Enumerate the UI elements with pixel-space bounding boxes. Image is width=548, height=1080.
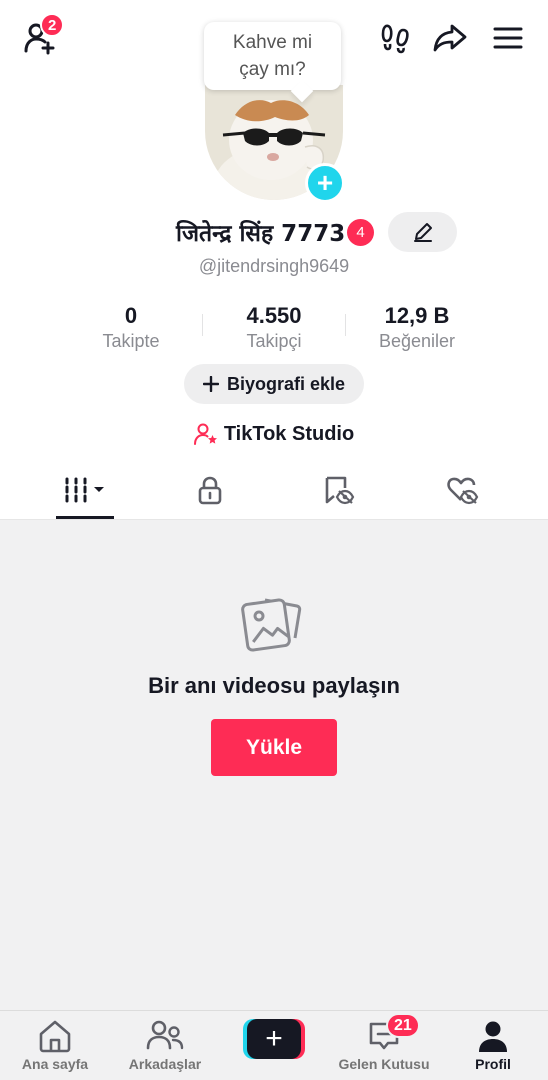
stats-row: 0 Takipte 4.550 Takipçi 12,9 B Beğeniler	[0, 302, 548, 354]
tiktok-studio-label: TikTok Studio	[223, 422, 355, 445]
profile-icon	[479, 1021, 507, 1052]
stat-likes-label: Beğeniler	[378, 331, 456, 351]
pencil-icon	[413, 223, 432, 242]
liked-hidden-icon	[447, 477, 479, 505]
upload-button[interactable]: Yükle	[211, 719, 337, 776]
stat-divider	[202, 314, 203, 336]
add-friend-badge: 2	[40, 13, 65, 37]
empty-state-title: Bir anı videosu paylaşın	[148, 673, 400, 698]
avatar-add-button[interactable]: +	[305, 163, 345, 203]
nav-home[interactable]: Ana sayfa	[0, 1011, 110, 1080]
share-button[interactable]	[432, 20, 468, 56]
stat-following-label: Takipte	[102, 331, 160, 351]
nav-friends-label: Arkadaşlar	[128, 1056, 202, 1072]
active-tab-indicator	[56, 516, 114, 519]
menu-button[interactable]	[490, 20, 526, 56]
edit-profile-button[interactable]	[388, 212, 457, 252]
photo-gallery-icon	[241, 598, 302, 652]
stat-following-value: 0	[124, 303, 138, 328]
profile-tabs	[0, 460, 548, 520]
tiktok-studio-link[interactable]: TikTok Studio	[0, 420, 548, 448]
create-plus-icon: +	[247, 1019, 301, 1059]
note-bubble-text: Kahve mi çay mı?	[232, 32, 313, 80]
add-bio-label: Biyografi ekle	[226, 373, 346, 394]
nav-inbox-label: Gelen Kutusu	[338, 1056, 430, 1072]
stat-followers-value: 4.550	[246, 303, 302, 328]
tab-private[interactable]	[155, 460, 265, 520]
profile-views-button[interactable]	[377, 20, 413, 56]
home-icon	[39, 1020, 71, 1053]
name-badge: 4	[347, 219, 374, 246]
bookmark-hidden-icon	[325, 476, 355, 505]
videos-content-area: Bir anı videosu paylaşın Yükle	[0, 520, 548, 1010]
stat-likes[interactable]: 12,9 B Beğeniler	[347, 302, 487, 352]
tab-videos[interactable]	[30, 460, 140, 520]
tab-saved[interactable]	[284, 460, 394, 520]
add-bio-button[interactable]: Biyografi ekle	[184, 364, 364, 404]
plus-icon	[202, 376, 219, 392]
stat-followers[interactable]: 4.550 Takipçi	[204, 302, 344, 352]
nav-profile[interactable]: Profil	[438, 1011, 548, 1080]
videos-grid-icon	[65, 477, 104, 503]
username-handle: @jitendrsingh9649	[198, 256, 350, 276]
friends-icon	[146, 1020, 184, 1050]
bottom-navigation: Ana sayfa Arkadaşlar + Gelen Kutusu 21 P…	[0, 1010, 548, 1080]
create-button[interactable]: +	[243, 1019, 305, 1059]
plus-icon: +	[316, 167, 334, 198]
studio-person-star-icon	[193, 423, 217, 445]
nav-profile-label: Profil	[475, 1056, 511, 1072]
stat-followers-label: Takipçi	[246, 331, 302, 351]
name-row: जितेन्द्र सिंह 7773 4	[0, 212, 548, 252]
stat-following[interactable]: 0 Takipte	[61, 302, 201, 352]
menu-icon	[493, 27, 523, 49]
nav-home-label: Ana sayfa	[21, 1056, 89, 1072]
nav-friends[interactable]: Arkadaşlar	[110, 1011, 220, 1080]
inbox-badge: 21	[386, 1013, 420, 1038]
footprints-icon	[381, 24, 409, 54]
stat-divider	[345, 314, 346, 336]
profile-name: जितेन्द्र सिंह 7773	[176, 221, 346, 247]
tab-liked[interactable]	[408, 460, 518, 520]
share-icon	[433, 24, 467, 52]
stat-likes-value: 12,9 B	[384, 303, 450, 328]
lock-icon	[198, 476, 222, 505]
note-bubble[interactable]: Kahve mi çay mı?	[204, 22, 341, 90]
nav-inbox[interactable]: Gelen Kutusu	[329, 1011, 439, 1080]
